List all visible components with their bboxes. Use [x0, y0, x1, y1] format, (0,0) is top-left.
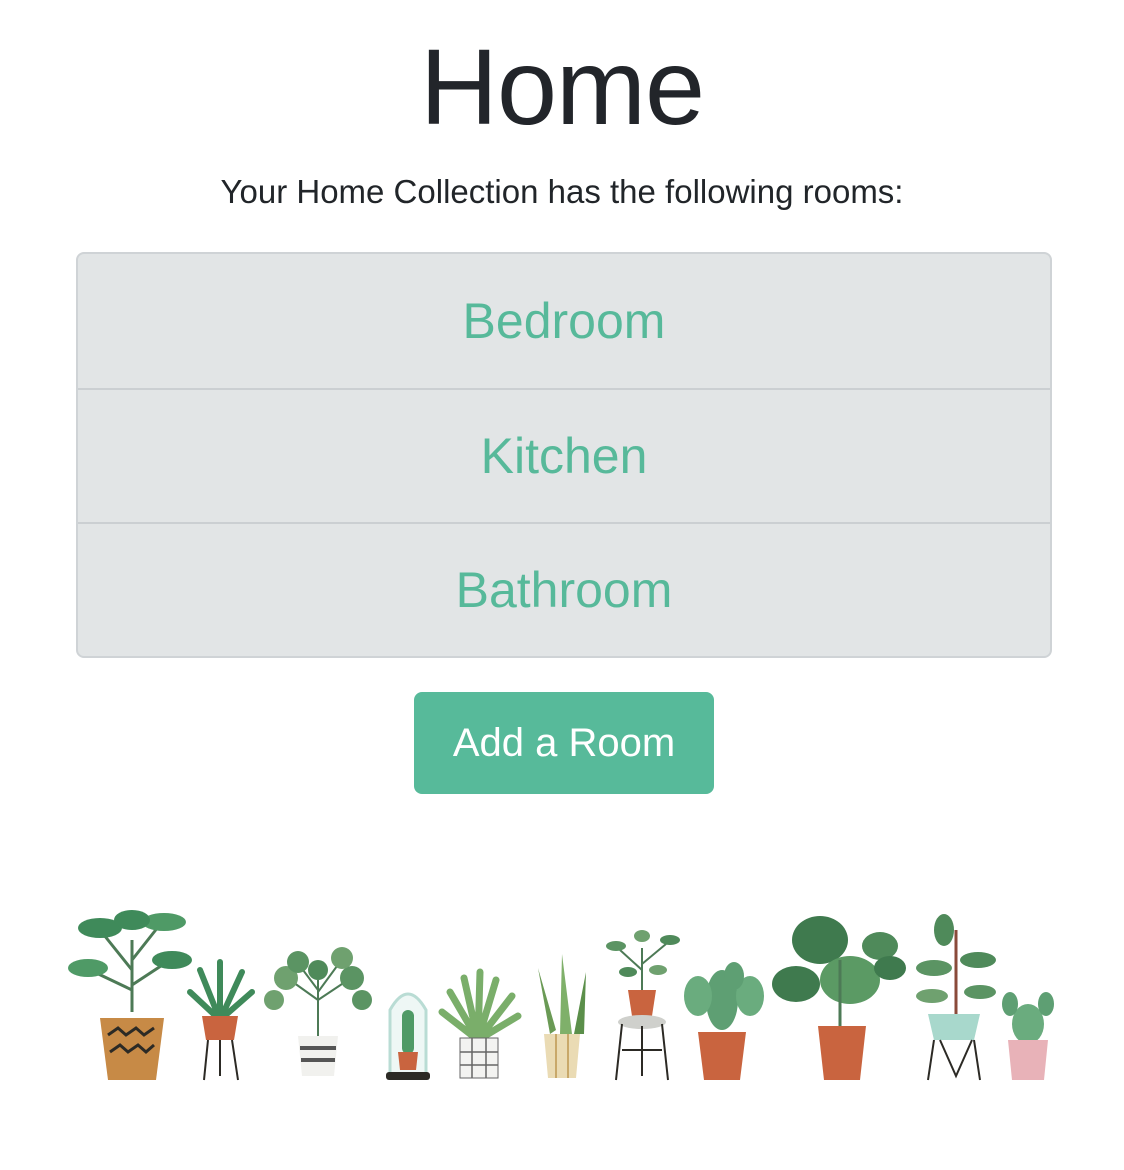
plant-paddle-cactus-icon: [684, 962, 764, 1080]
plant-cactus-dome-icon: [386, 992, 430, 1080]
room-list: Bedroom Kitchen Bathroom: [76, 252, 1052, 658]
plant-snake-icon: [538, 954, 586, 1078]
add-room-button[interactable]: Add a Room: [414, 692, 714, 794]
plant-stool-icon: [606, 930, 680, 1081]
potted-plants-illustration: [68, 910, 1054, 1081]
room-item-kitchen[interactable]: Kitchen: [78, 388, 1050, 522]
plant-pilea-icon: [264, 947, 372, 1076]
plant-basket-icon: [68, 910, 192, 1080]
page-subtitle: Your Home Collection has the following r…: [220, 173, 904, 210]
plant-pink-pot-cactus-icon: [1002, 992, 1054, 1080]
page-title: Home: [419, 26, 705, 147]
room-item-bedroom[interactable]: Bedroom: [78, 254, 1050, 388]
plant-spiky-stand-icon: [187, 959, 255, 1081]
plant-monstera-icon: [772, 916, 906, 1080]
room-item-bathroom[interactable]: Bathroom: [78, 522, 1050, 656]
plant-aloe-icon: [438, 968, 522, 1079]
plant-rubber-icon: [916, 914, 996, 1081]
